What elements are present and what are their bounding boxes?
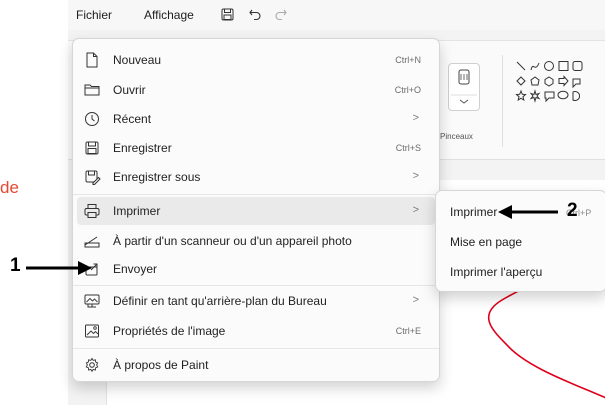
shortcut-text: Ctrl+N (395, 55, 421, 65)
file-menu-dropdown: Nouveau Ctrl+N Ouvrir Ctrl+O Récent > En… (72, 38, 440, 382)
shortcut-text: Ctrl+S (395, 143, 421, 153)
scanner-icon (83, 232, 101, 250)
folder-icon (83, 81, 101, 99)
callout-number-2: 2 (567, 200, 578, 221)
menu-item-print[interactable]: Imprimer > (77, 197, 435, 225)
menu-separator (73, 348, 439, 349)
menu-item-label: À partir d'un scanneur ou d'un appareil … (113, 234, 352, 248)
menu-item-label: À propos de Paint (113, 358, 209, 372)
view-menu[interactable]: Affichage (144, 8, 194, 22)
menu-item-save-as[interactable]: Enregistrer sous > (77, 163, 435, 191)
callout-arrow-2 (498, 205, 558, 219)
menu-item-label: Nouveau (113, 53, 162, 67)
redo-icon[interactable] (272, 5, 290, 23)
background-text: de (0, 178, 19, 197)
menu-item-image-properties[interactable]: Propriétés de l'image Ctrl+E (77, 317, 435, 345)
title-bar: Fichier Affichage (68, 0, 605, 30)
menu-item-scanner[interactable]: À partir d'un scanneur ou d'un appareil … (77, 227, 435, 255)
menu-separator (73, 194, 439, 195)
menu-item-label: Ouvrir (113, 83, 146, 97)
chevron-right-icon: > (412, 204, 419, 216)
menu-item-new[interactable]: Nouveau Ctrl+N (77, 46, 435, 74)
new-file-icon (83, 51, 101, 69)
menu-item-label: Enregistrer (113, 141, 172, 155)
chevron-right-icon: > (412, 112, 419, 124)
menu-item-label: Envoyer (113, 262, 158, 276)
clock-icon (83, 110, 101, 128)
menu-item-open[interactable]: Ouvrir Ctrl+O (77, 76, 435, 104)
desktop-icon (83, 292, 101, 310)
submenu-item-page-setup[interactable]: Mise en page (450, 235, 522, 249)
callout-number-1: 1 (10, 255, 21, 276)
menu-item-send[interactable]: Envoyer (77, 255, 435, 283)
brushes-label: Pinceaux (440, 132, 473, 141)
menu-separator (73, 285, 439, 286)
shortcut-text: Ctrl+E (395, 326, 421, 336)
image-properties-icon (83, 322, 101, 340)
submenu-item-print[interactable]: Imprimer (450, 205, 497, 219)
menu-item-label: Enregistrer sous (113, 170, 201, 184)
menu-item-label: Imprimer (113, 204, 161, 218)
undo-icon[interactable] (246, 5, 264, 23)
callout-arrow-1 (26, 261, 92, 275)
save-icon (83, 139, 101, 157)
chevron-right-icon: > (412, 170, 419, 182)
save-as-icon (83, 168, 101, 186)
brush-icon (451, 69, 477, 104)
ribbon-divider (502, 55, 503, 147)
file-menu[interactable]: Fichier (76, 8, 112, 22)
save-icon[interactable] (218, 5, 236, 23)
menu-item-set-desktop-background[interactable]: Définir en tant qu'arrière-plan du Burea… (77, 287, 435, 315)
chevron-right-icon: > (412, 294, 419, 306)
menu-item-label: Récent (113, 112, 152, 126)
menu-item-save[interactable]: Enregistrer Ctrl+S (77, 134, 435, 162)
menu-item-about[interactable]: À propos de Paint (77, 351, 435, 379)
shortcut-text: Ctrl+O (394, 85, 421, 95)
menu-item-recent[interactable]: Récent > (77, 105, 435, 133)
shapes-gallery[interactable] (514, 59, 604, 119)
submenu-item-print-preview[interactable]: Imprimer l'aperçu (450, 265, 542, 279)
brush-button[interactable] (448, 63, 480, 111)
printer-icon (83, 202, 101, 220)
menu-item-label: Définir en tant qu'arrière-plan du Burea… (113, 294, 327, 308)
gear-icon (83, 356, 101, 374)
menu-item-label: Propriétés de l'image (113, 324, 226, 338)
